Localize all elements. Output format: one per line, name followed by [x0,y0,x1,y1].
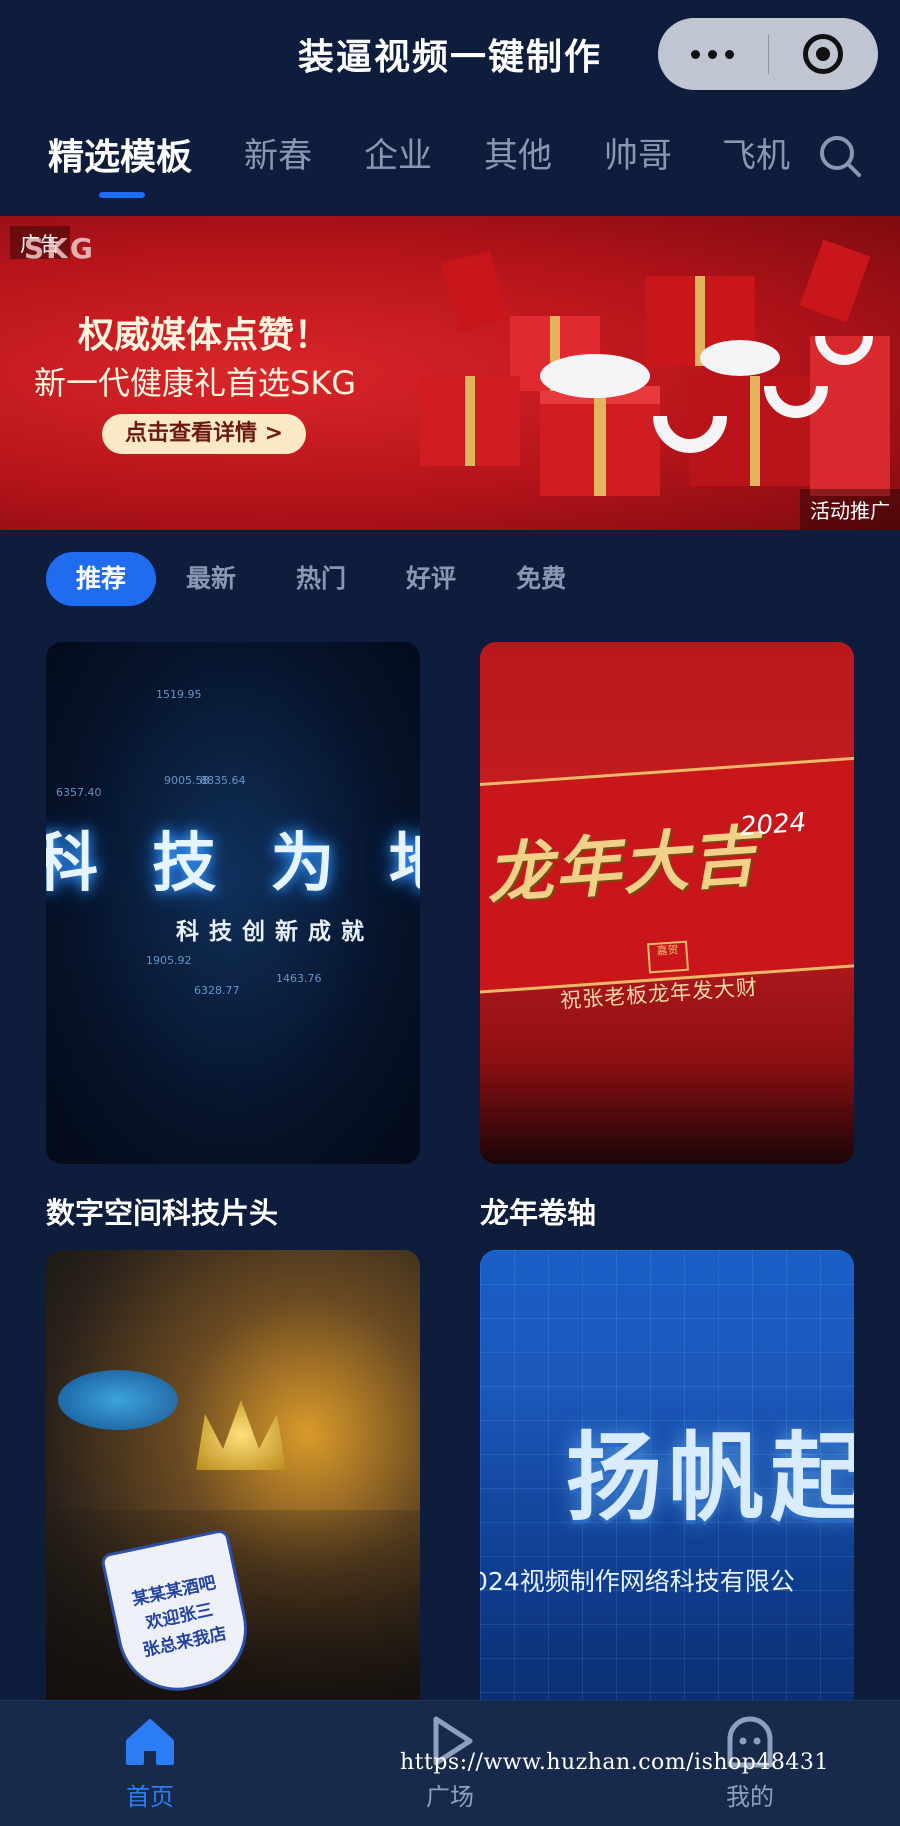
nav-home[interactable]: 首页 [70,1711,230,1812]
filter-latest[interactable]: 最新 [156,552,266,606]
search-icon[interactable] [818,134,862,178]
tab-enterprise[interactable]: 企业 [364,128,432,177]
brand-logo: SKG [24,232,95,265]
ad-banner[interactable]: 广告 SKG 权威媒体点赞！ 新一代健康礼首选SKG 点击查看详情 > 活动推广 [0,216,900,530]
tab-airplane[interactable]: 飞机 [722,128,790,177]
filter-top-rated[interactable]: 好评 [376,552,486,606]
thumb-year-text: 2024 [739,807,808,843]
crown-headdress [196,1400,286,1470]
template-title[interactable]: 龙年卷轴 [480,1190,596,1232]
close-mini-program-button[interactable] [769,34,879,74]
tab-new-year[interactable]: 新春 [244,128,312,177]
target-icon [803,34,844,74]
tab-other[interactable]: 其他 [484,128,552,177]
mini-program-capsule [658,18,878,90]
banner-details-button[interactable]: 点击查看详情 > [102,414,306,454]
template-card-dragon-scroll[interactable]: 龙年大吉 2024 嘉贺 祝张老板龙年发大财 [480,642,854,1164]
template-title[interactable]: 数字空间科技片头 [46,1190,278,1232]
template-card-bar-welcome[interactable]: 某某某酒吧 欢迎张三 张总来我店 [46,1250,420,1710]
thumb-title-text: 龙年大吉 [484,817,761,914]
active-tab-indicator [99,192,145,198]
filter-recommended[interactable]: 推荐 [46,552,157,606]
filter-free[interactable]: 免费 [486,552,596,606]
gift-boxes-image [420,239,890,496]
feather-headdress [58,1370,178,1430]
thumb-subtitle-text: 科技创新成就 [176,919,374,945]
seal-stamp: 嘉贺 [647,940,689,974]
watermark-text: https://www.huzhan.com/ishop48431 [400,1750,829,1775]
banner-headline: 权威媒体点赞！ [78,315,331,356]
app-root: 装逼视频一键制作 精选模板 新春 企业 其他 帅哥 飞机 广告 SKG 权威媒体… [0,0,900,1826]
filter-pills: 推荐 最新 热门 好评 免费 [46,552,596,606]
tab-handsome[interactable]: 帅哥 [604,128,672,177]
banner-subline: 新一代健康礼首选SKG [34,364,357,402]
header: 装逼视频一键制作 [0,0,900,110]
category-tabs: 精选模板 新春 企业 其他 帅哥 飞机 [0,128,900,208]
tab-featured[interactable]: 精选模板 [48,128,192,180]
promo-tag: 活动推广 [800,489,900,530]
thumb-subtitle-text: 024视频制作网络科技有限公 [480,1567,795,1596]
thumb-title-text: 扬帆起 [566,1422,854,1534]
filter-hot[interactable]: 热门 [266,552,376,606]
more-menu-button[interactable] [658,49,768,59]
home-icon [126,1719,174,1765]
template-card-digital-space[interactable]: 1519.95 9005.58 8835.64 6357.40 1905.92 … [46,642,420,1164]
template-card-set-sail[interactable]: 扬帆起 024视频制作网络科技有限公 [480,1250,854,1710]
thumb-title-text: 科 技 为 地 创 [46,827,420,901]
more-dots-icon [691,49,701,59]
